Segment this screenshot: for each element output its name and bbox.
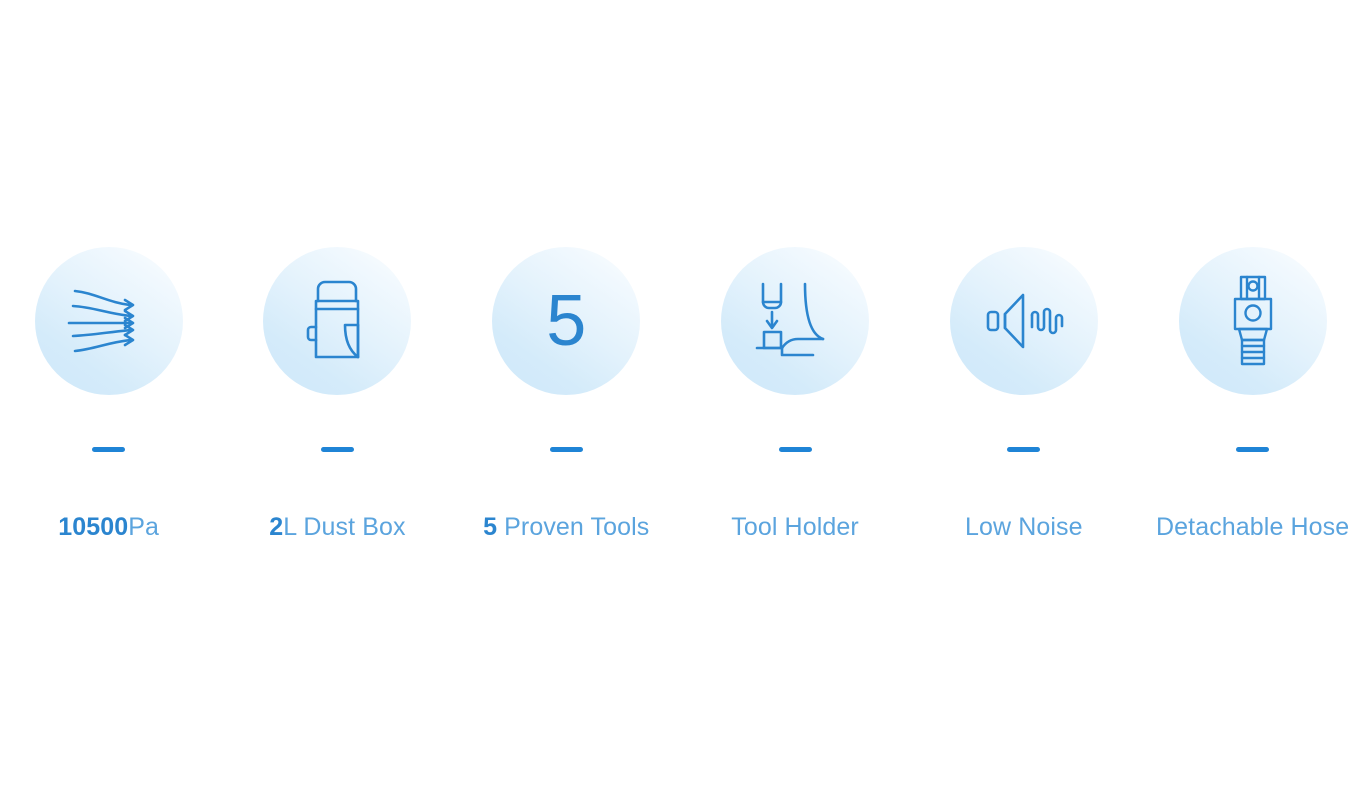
feature-label-rest: Pa <box>128 513 160 541</box>
divider-dash <box>1236 447 1270 452</box>
icon-circle-detachable-hose <box>1178 247 1327 395</box>
feature-item-low-noise[interactable]: Low Noise <box>909 247 1138 541</box>
icon-circle-dust-box <box>263 247 412 395</box>
feature-label-lead: 5 <box>483 513 498 541</box>
detachable-hose-icon <box>1228 275 1278 367</box>
feature-label-detachable-hose: Detachable Hose <box>1156 513 1349 541</box>
feature-label-rest: Tool Holder <box>731 513 859 541</box>
feature-label-rest: Proven Tools <box>497 513 650 541</box>
feature-label-rest: Low Noise <box>965 513 1083 541</box>
divider-dash <box>778 447 812 452</box>
feature-item-suction-power[interactable]: 10500Pa <box>0 247 223 541</box>
feature-item-detachable-hose[interactable]: Detachable Hose <box>1138 247 1367 541</box>
feature-label-lead: 10500 <box>58 513 129 541</box>
divider-dash <box>92 447 126 452</box>
feature-label-lead: 2 <box>269 513 284 541</box>
dust-box-icon <box>304 279 370 363</box>
feature-label-low-noise: Low Noise <box>965 513 1083 541</box>
divider-dash <box>549 447 583 452</box>
icon-circle-suction-power <box>34 247 183 395</box>
low-noise-speaker-icon <box>982 290 1066 352</box>
tool-holder-icon <box>755 282 835 360</box>
icon-circle-low-noise <box>949 247 1098 395</box>
airflow-icon <box>65 283 153 359</box>
number-five-icon: 5 <box>546 281 587 361</box>
feature-highlights-strip: 10500Pa 2L Dust Box 5 5 Proven Tools Too… <box>0 247 1367 567</box>
feature-item-dust-box[interactable]: 2L Dust Box <box>223 247 452 541</box>
feature-label-proven-tools: 5 Proven Tools <box>483 513 649 541</box>
feature-label-tool-holder: Tool Holder <box>731 513 859 541</box>
feature-label-suction-power: 10500Pa <box>58 513 159 541</box>
feature-label-rest: Detachable Hose <box>1155 513 1350 541</box>
icon-circle-proven-tools: 5 <box>492 247 641 395</box>
divider-dash <box>320 447 354 452</box>
icon-circle-tool-holder <box>721 247 870 395</box>
feature-item-tool-holder[interactable]: Tool Holder <box>681 247 910 541</box>
divider-dash <box>1007 447 1041 452</box>
feature-item-proven-tools[interactable]: 5 5 Proven Tools <box>452 247 681 541</box>
feature-label-dust-box: 2L Dust Box <box>269 513 405 541</box>
feature-label-rest: L Dust Box <box>283 513 406 541</box>
